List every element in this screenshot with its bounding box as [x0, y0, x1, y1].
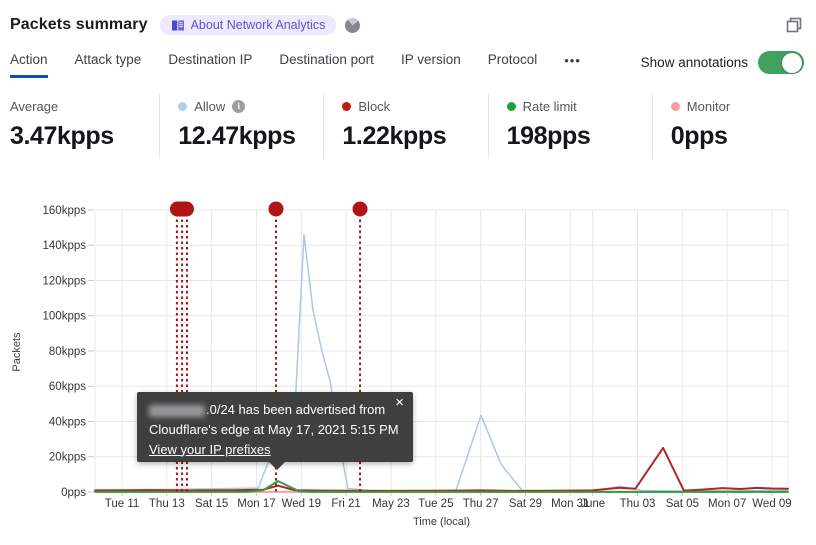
x-tick-label: Mon 17	[237, 498, 275, 510]
stat-average: Average 3.47kpps	[0, 94, 159, 159]
stat-value: 1.22kpps	[342, 122, 447, 150]
show-annotations-control: Show annotations	[641, 51, 804, 78]
packets-summary-panel: Packets summary About Network Analytics …	[0, 0, 816, 545]
x-tick-label: Thu 27	[463, 498, 499, 510]
y-tick-label: 120kpps	[43, 275, 87, 287]
badge-label: About Network Analytics	[190, 18, 326, 32]
x-tick-label: Tue 25	[418, 498, 453, 510]
stat-label: Block	[358, 98, 391, 114]
more-tabs-button[interactable]: •••	[564, 53, 581, 78]
x-tick-label: Sat 29	[509, 498, 542, 510]
stat-value: 12.47kpps	[178, 122, 296, 150]
y-tick-label: 160kpps	[43, 205, 87, 217]
tab-destination-port[interactable]: Destination port	[279, 52, 374, 78]
stat-allow: Allow i 12.47kpps	[159, 94, 323, 159]
stat-value: 198pps	[506, 122, 591, 150]
stat-block: Block 1.22kpps	[323, 94, 487, 159]
x-tick-label: Wed 19	[282, 498, 321, 510]
tab-action[interactable]: Action	[10, 52, 48, 78]
stat-label: Rate limit	[522, 98, 577, 114]
stat-label: Monitor	[686, 98, 731, 114]
packets-chart[interactable]: 0pps 20kpps 40kpps 60kpps 80kpps 100kpps 120kp…	[0, 188, 816, 545]
info-icon[interactable]: i	[232, 99, 246, 113]
stat-value: 3.47kpps	[10, 122, 114, 150]
annotation-marker-dot[interactable]	[352, 201, 368, 217]
y-tick-label: 40kpps	[49, 416, 86, 428]
close-icon[interactable]: ×	[395, 395, 404, 410]
x-tick-label: Sat 05	[666, 498, 699, 510]
y-tick-label: 140kpps	[43, 240, 87, 252]
block-dot	[342, 101, 352, 111]
toggle-knob	[782, 52, 802, 73]
about-network-analytics-badge[interactable]: About Network Analytics	[159, 15, 337, 35]
x-tick-label: May 23	[372, 498, 410, 510]
show-annotations-toggle[interactable]	[758, 51, 804, 74]
x-tick-label: Sat 15	[195, 498, 228, 510]
annotation-tooltip: × .0/24 has been advertised from Cloudfl…	[137, 392, 413, 470]
show-annotations-label: Show annotations	[640, 55, 748, 70]
x-tick-label: Thu 13	[149, 498, 185, 510]
tab-bar: Action Attack type Destination IP Destin…	[0, 38, 816, 78]
restore-window-icon[interactable]	[785, 16, 804, 35]
x-tick-label: Thu 03	[620, 498, 656, 510]
annotation-marker-dot[interactable]	[268, 201, 284, 217]
tooltip-line1: .0/24 has been advertised from	[149, 400, 401, 420]
stat-monitor: Monitor 0pps	[651, 94, 816, 159]
y-tick-label: 100kpps	[43, 311, 87, 323]
x-tick-label: Mon 07	[708, 498, 746, 510]
header: Packets summary About Network Analytics	[0, 0, 816, 38]
monitor-dot	[670, 101, 680, 111]
tab-ip-version[interactable]: IP version	[401, 52, 461, 78]
stats-row: Average 3.47kpps Allow i 12.47kpps Block…	[0, 94, 816, 159]
y-tick-label: 0pps	[61, 487, 86, 499]
x-axis-title: Time (local)	[413, 516, 470, 528]
chart-svg[interactable]: 0pps 20kpps 40kpps 60kpps 80kpps 100kpps 120kp…	[0, 188, 816, 545]
x-tick-label: June	[580, 498, 605, 510]
redacted-ip-prefix	[149, 404, 205, 417]
x-tick-label: Tue 11	[105, 498, 140, 510]
stat-label: Average	[10, 98, 59, 114]
usage-donut-icon	[345, 17, 361, 33]
allow-dot	[178, 101, 188, 111]
book-icon	[171, 19, 185, 32]
page-title: Packets summary	[10, 16, 148, 33]
x-tick-label: Wed 09	[752, 498, 791, 510]
y-tick-label: 20kpps	[49, 452, 86, 464]
tab-protocol[interactable]: Protocol	[488, 52, 538, 78]
y-tick-label: 80kpps	[49, 346, 86, 358]
stat-rate-limit: Rate limit 198pps	[487, 94, 652, 159]
annotation-marker-pill[interactable]	[169, 201, 195, 217]
tab-attack-type[interactable]: Attack type	[75, 52, 142, 78]
y-axis-title: Packets	[11, 332, 23, 372]
tab-destination-ip[interactable]: Destination IP	[168, 52, 252, 78]
x-tick-label: Fri 21	[331, 498, 360, 510]
stat-label: Allow	[194, 98, 226, 114]
tooltip-line2: Cloudflare's edge at May 17, 2021 5:15 P…	[149, 421, 399, 437]
rate-limit-dot	[506, 101, 516, 111]
y-tick-label: 60kpps	[49, 381, 86, 393]
view-ip-prefixes-link[interactable]: View your IP prefixes	[149, 442, 271, 457]
stat-value: 0pps	[670, 122, 728, 150]
